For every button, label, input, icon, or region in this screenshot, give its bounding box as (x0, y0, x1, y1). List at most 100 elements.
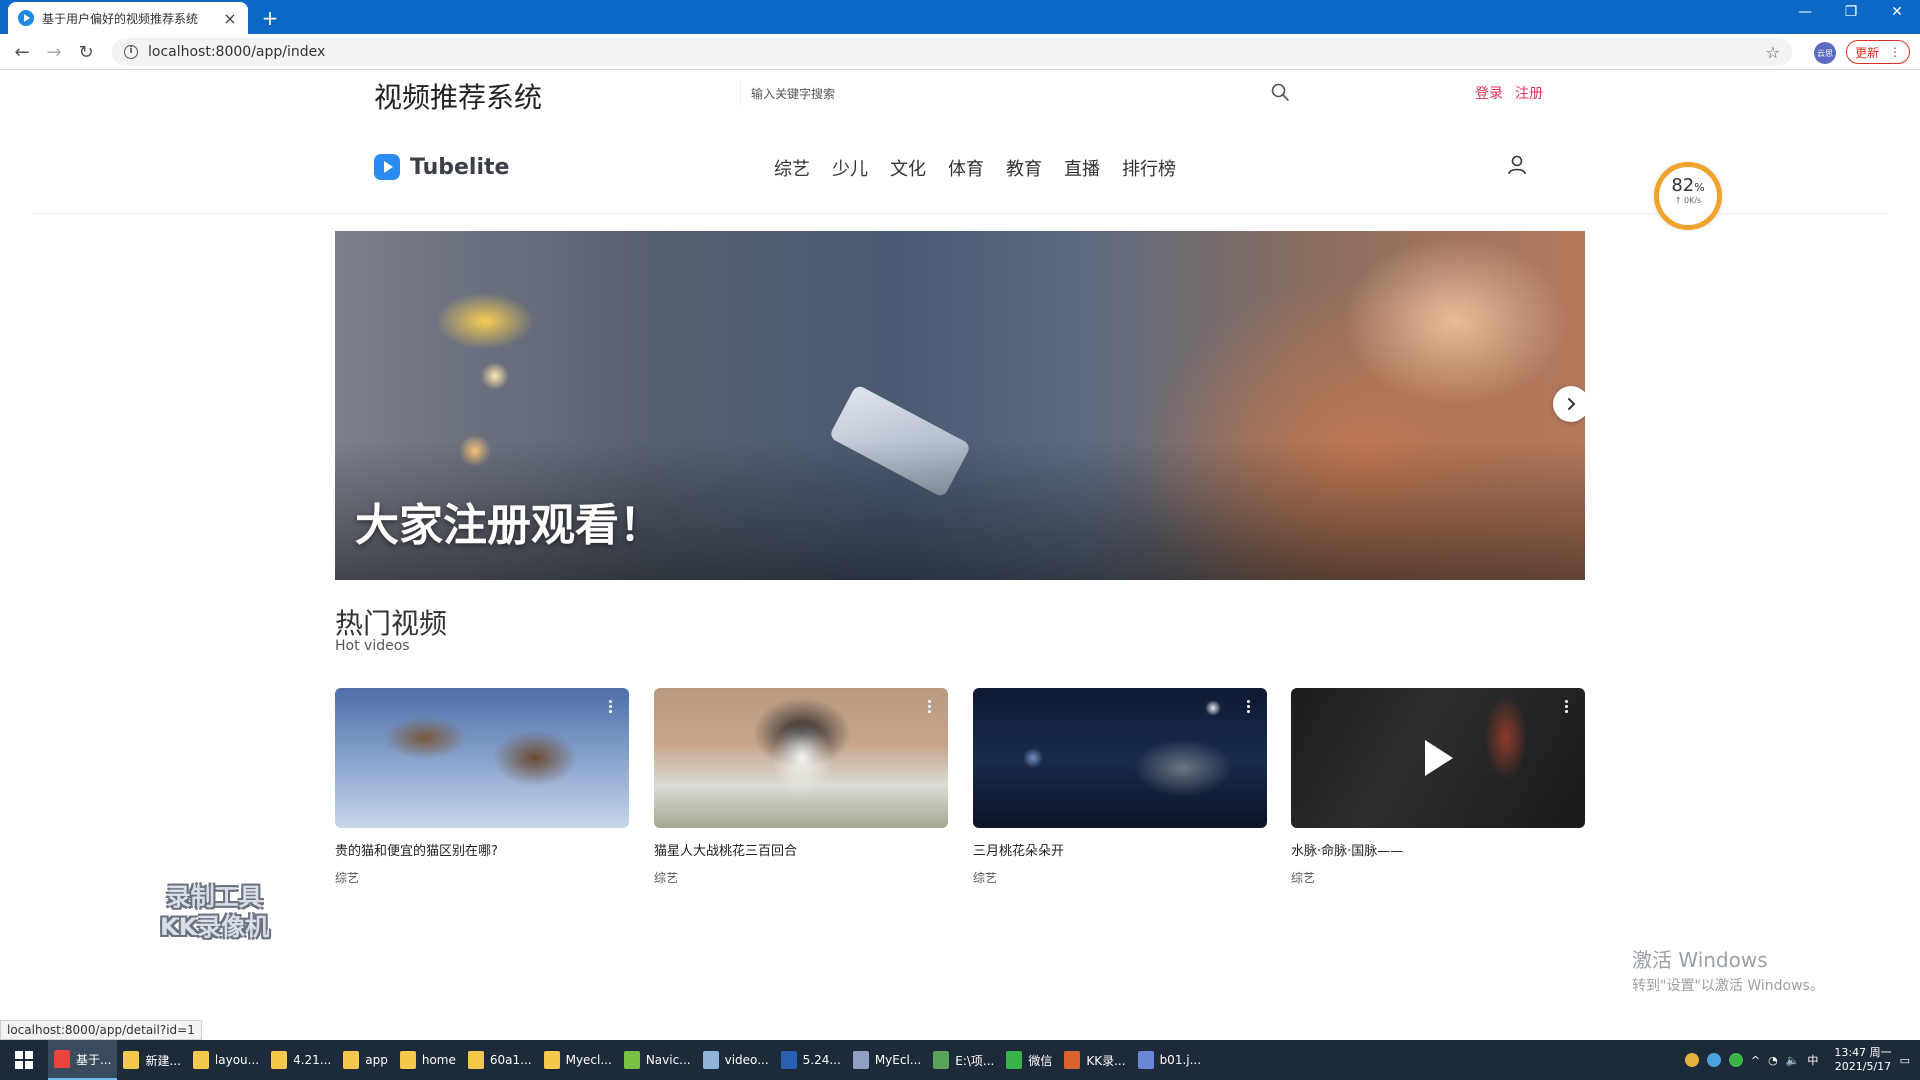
taskbar-item-label: video... (724, 1053, 769, 1067)
taskbar-item-label: 基于... (76, 1052, 112, 1067)
taskbar-item[interactable]: 4.21... (265, 1040, 337, 1080)
video-title[interactable]: 猫星人大战桃花三百回合 (654, 840, 948, 859)
ime-indicator[interactable]: 中 (1807, 1052, 1818, 1068)
more-options-icon[interactable] (609, 700, 613, 713)
network-speed-widget[interactable]: 82% ↑ 0K/s (1654, 162, 1722, 230)
taskbar-item-label: 微信 (1028, 1053, 1053, 1068)
video-card[interactable]: 水脉·命脉·国脉—— 综艺 (1291, 688, 1585, 886)
taskbar-item[interactable]: video... (697, 1040, 775, 1080)
tray-app-icon[interactable] (1706, 1053, 1721, 1067)
windows-taskbar: 基于... 新建... layou... 4.21... app home 60a1... M… (0, 1040, 1920, 1080)
notification-icon[interactable]: ▭ (1900, 1054, 1910, 1067)
taskbar-app-icon (399, 1051, 416, 1069)
hero-banner[interactable]: 大家注册观看！ (335, 231, 1585, 580)
video-thumbnail[interactable] (335, 688, 629, 828)
minimize-icon[interactable]: — (1790, 4, 1820, 20)
play-icon[interactable] (1425, 740, 1453, 776)
nav-item-variety[interactable]: 综艺 (774, 155, 810, 181)
taskbar-item[interactable]: b01.j... (1132, 1040, 1207, 1080)
banner-next-button[interactable] (1553, 386, 1585, 422)
windows-activation-notice: 激活 Windows 转到"设置"以激活 Windows。 (1632, 944, 1824, 995)
activation-hint: 转到"设置"以激活 Windows。 (1632, 978, 1824, 994)
nav-item-culture[interactable]: 文化 (890, 155, 926, 181)
taskbar-item[interactable]: 微信 (1000, 1040, 1058, 1080)
network-icon[interactable]: ◔ (1768, 1054, 1778, 1067)
nav-item-ranking[interactable]: 排行榜 (1122, 155, 1176, 181)
update-button[interactable]: 更新 ⋮ (1846, 40, 1910, 64)
nav-item-kids[interactable]: 少儿 (832, 155, 868, 181)
clock-date: 2021/5/17 (1834, 1060, 1892, 1073)
taskbar-item[interactable]: Myecl... (538, 1040, 618, 1080)
hot-videos-subtitle: Hot videos (335, 638, 410, 654)
start-windows-icon[interactable] (0, 1040, 48, 1080)
taskbar-item-label: 60a1... (489, 1053, 532, 1067)
search-input[interactable] (741, 82, 1300, 106)
clock[interactable]: 13:47 周一 2021/5/17 (1834, 1046, 1891, 1074)
volume-icon[interactable]: 🔈 (1786, 1054, 1800, 1067)
address-url[interactable]: localhost:8000/app/index (148, 44, 325, 60)
video-title[interactable]: 贵的猫和便宜的猫区别在哪? (335, 840, 629, 859)
taskbar-item[interactable]: layou... (187, 1040, 265, 1080)
back-icon[interactable]: ← (10, 40, 34, 64)
close-window-icon[interactable]: ✕ (1882, 4, 1912, 20)
more-menu-icon[interactable]: ⋮ (1889, 45, 1901, 59)
taskbar-item[interactable]: 新建... (117, 1040, 186, 1080)
nav-item-live[interactable]: 直播 (1064, 155, 1100, 181)
video-card[interactable]: 三月桃花朵朵开 综艺 (973, 688, 1267, 886)
video-card[interactable]: 贵的猫和便宜的猫区别在哪? 综艺 (335, 688, 629, 886)
nav-item-education[interactable]: 教育 (1006, 155, 1042, 181)
search-box[interactable] (740, 82, 1300, 106)
more-options-icon[interactable] (928, 700, 932, 713)
link-status-bar: localhost:8000/app/detail?id=1 (0, 1020, 202, 1040)
more-options-icon[interactable] (1565, 700, 1569, 713)
user-icon[interactable] (1506, 154, 1528, 176)
taskbar-item[interactable]: E:\项... (927, 1040, 1000, 1080)
address-bar[interactable]: i localhost:8000/app/index ☆ (112, 38, 1792, 66)
clock-time: 13:47 周一 (1834, 1046, 1892, 1059)
profile-avatar[interactable]: 云思 (1814, 42, 1836, 64)
taskbar-item[interactable]: KK录... (1058, 1040, 1131, 1080)
taskbar-item-label: KK录... (1086, 1053, 1126, 1068)
taskbar-app-icon (780, 1051, 797, 1069)
taskbar-item[interactable]: home (394, 1040, 462, 1080)
taskbar-item[interactable]: app (337, 1040, 394, 1080)
video-thumbnail[interactable] (1291, 688, 1585, 828)
taskbar-item[interactable]: MyEcl... (847, 1040, 927, 1080)
forward-icon[interactable]: → (42, 40, 66, 64)
taskbar-app-icon (192, 1051, 209, 1069)
watermark-line-2: KK录像机 (160, 913, 270, 941)
chevron-up-icon[interactable]: ^ (1751, 1054, 1760, 1067)
register-link[interactable]: 注册 (1515, 83, 1543, 103)
video-title[interactable]: 水脉·命脉·国脉—— (1291, 840, 1585, 859)
new-tab-button[interactable]: + (260, 6, 280, 30)
video-category: 综艺 (335, 871, 360, 885)
video-card[interactable]: 猫星人大战桃花三百回合 综艺 (654, 688, 948, 886)
site-info-icon[interactable]: i (124, 45, 138, 59)
video-thumbnail[interactable] (654, 688, 948, 828)
taskbar-item-label: Navic... (645, 1053, 691, 1067)
tray-wechat-icon[interactable] (1728, 1053, 1743, 1067)
video-category: 综艺 (1291, 871, 1316, 885)
browser-tab-active[interactable]: 基于用户偏好的视频推荐系统 × (8, 2, 248, 34)
taskbar-item[interactable]: 基于... (48, 1040, 118, 1080)
tab-close-icon[interactable]: × (222, 9, 238, 28)
bookmark-star-icon[interactable]: ☆ (1766, 43, 1780, 62)
more-options-icon[interactable] (1247, 700, 1251, 713)
taskbar-item-label: 4.21... (293, 1053, 332, 1067)
video-title[interactable]: 三月桃花朵朵开 (973, 840, 1267, 859)
nav-item-sports[interactable]: 体育 (948, 155, 984, 181)
restore-icon[interactable]: ❐ (1836, 4, 1866, 20)
login-link[interactable]: 登录 (1475, 83, 1503, 103)
taskbar-item[interactable]: 60a1... (462, 1040, 538, 1080)
taskbar-item[interactable]: 5.24... (775, 1040, 847, 1080)
taskbar-item[interactable]: Navic... (618, 1040, 697, 1080)
site-logo[interactable]: Tubelite (374, 154, 509, 180)
watermark-line-1: 录制工具 (166, 883, 263, 911)
reload-icon[interactable]: ↻ (74, 40, 98, 64)
video-thumbnail[interactable] (973, 688, 1267, 828)
logo-text: Tubelite (410, 154, 510, 180)
speed-percent: 82% (1671, 175, 1705, 196)
tray-app-icon[interactable] (1684, 1053, 1699, 1067)
search-icon[interactable] (1270, 82, 1290, 102)
system-tray: ^ ◔ 🔈 中 13:47 周一 2021/5/17 ▭ (1684, 1040, 1920, 1080)
